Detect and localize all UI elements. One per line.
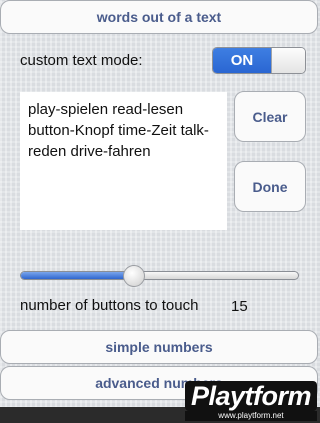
buttons-count-slider[interactable] — [20, 271, 299, 280]
custom-text-mode-toggle[interactable]: ON — [212, 47, 306, 74]
watermark-url: www.playtform.net — [184, 411, 317, 421]
watermark: Playtform www.playtform.net — [184, 381, 317, 421]
custom-text-area[interactable]: play-spielen read-lesen button-Knopf tim… — [20, 92, 227, 230]
done-button[interactable]: Done — [234, 161, 306, 212]
toggle-knob — [271, 48, 305, 73]
clear-button[interactable]: Clear — [234, 91, 306, 142]
custom-text-mode-label: custom text mode: — [20, 52, 143, 69]
watermark-brand: Playtform — [184, 381, 317, 411]
toggle-on-label: ON — [213, 48, 271, 73]
words-out-of-text-button[interactable]: words out of a text — [0, 0, 318, 34]
buttons-count-value: 15 — [231, 298, 248, 315]
slider-fill — [21, 272, 136, 279]
simple-numbers-button[interactable]: simple numbers — [0, 330, 318, 364]
slider-thumb[interactable] — [123, 265, 146, 287]
buttons-count-label: number of buttons to touch — [20, 297, 199, 314]
